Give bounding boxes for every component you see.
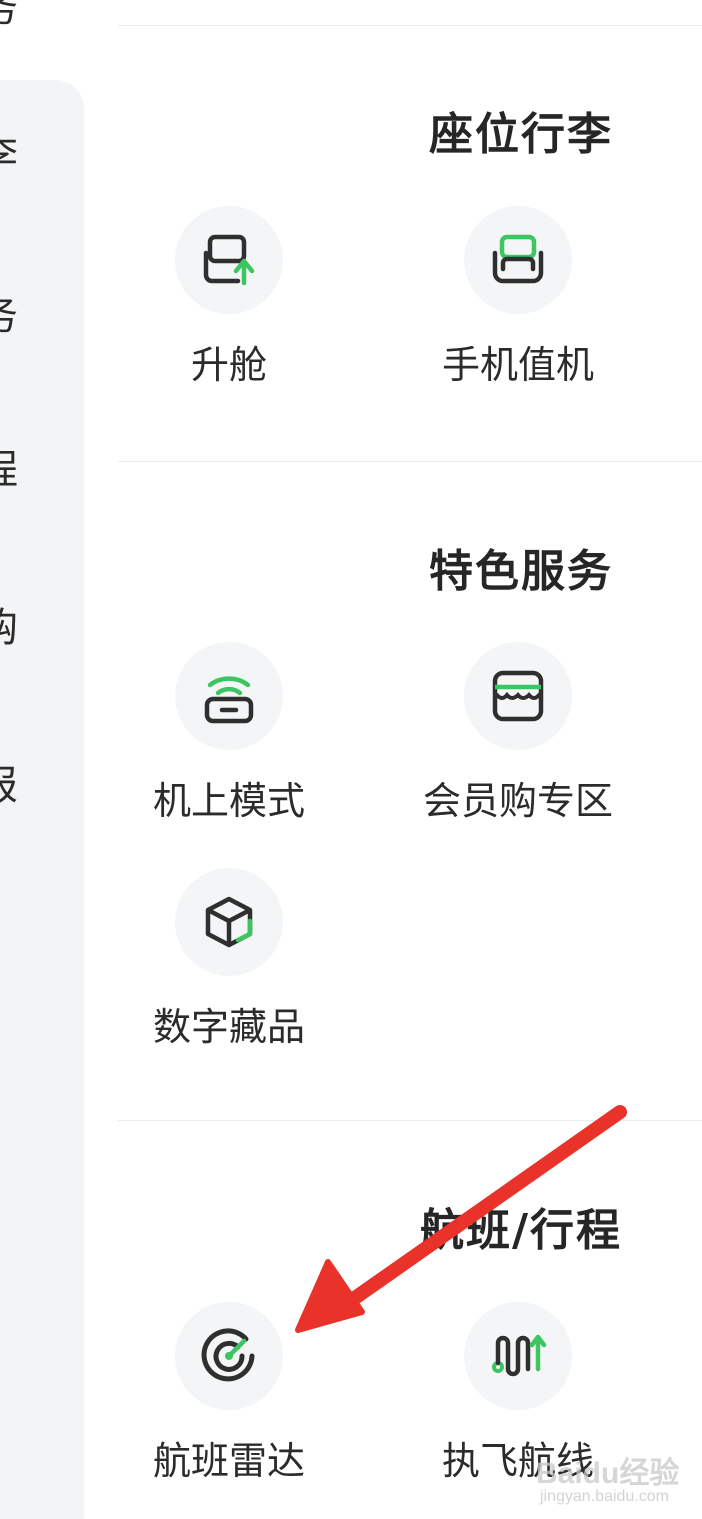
watermark-url: jingyan.baidu.com xyxy=(540,1488,669,1505)
red-arrow-annotation xyxy=(295,1105,627,1333)
watermark-logo: Baidu经验 xyxy=(536,1457,680,1490)
